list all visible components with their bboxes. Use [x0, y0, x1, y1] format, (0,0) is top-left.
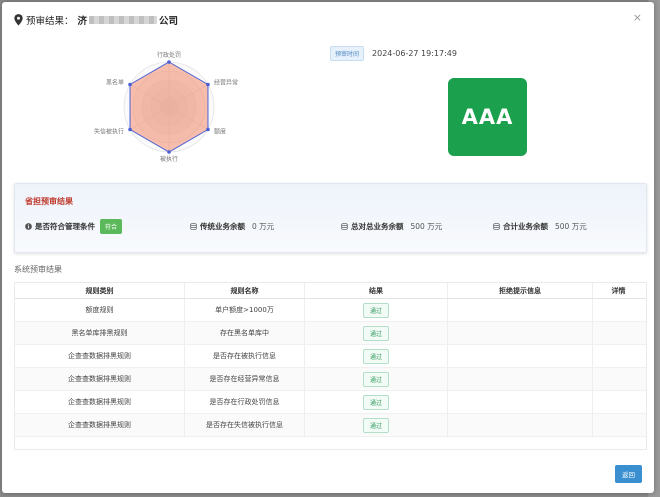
radar-axis-label: 被执行 [160, 155, 178, 163]
table-row: 企查查数据排黑规则 是否存在经营异常信息 通过 [15, 368, 646, 391]
rule-category: 企查查数据排黑规则 [15, 345, 185, 367]
system-review-title: 系统预审结果 [14, 265, 62, 274]
close-icon[interactable]: × [633, 11, 642, 24]
radar-point [128, 82, 132, 87]
reject-info [448, 414, 593, 436]
radar-point [128, 127, 132, 132]
rule-name: 单户额度>1000万 [185, 299, 305, 321]
column-header: 拒绝提示信息 [448, 283, 593, 298]
table-row: 企查查数据排黑规则 是否存在被执行信息 通过 [15, 345, 646, 368]
table-row: 企查查数据排黑规则 是否存在行政处罚信息 通过 [15, 391, 646, 414]
table-row: 额度规则 单户额度>1000万 通过 [15, 299, 646, 322]
database-icon [190, 222, 197, 230]
reject-info [448, 391, 593, 413]
rule-name: 是否存在行政处罚信息 [185, 391, 305, 413]
province-review-card: 省担预审结果 是否符合管理条件 符合 传统业务余额 0 万元 总对总业务余额 5… [14, 183, 647, 253]
table-header: 规则类别 规则名称 结果 拒绝提示信息 详情 [15, 283, 646, 299]
company-name-prefix: 济 [77, 16, 88, 27]
radar-axis-label: 黑名单 [106, 79, 124, 87]
detail-cell [593, 299, 644, 321]
database-icon [341, 222, 348, 230]
rule-category: 企查查数据排黑规则 [15, 391, 185, 413]
rules-table: 规则类别 规则名称 结果 拒绝提示信息 详情 额度规则 单户额度>1000万 通… [14, 282, 647, 450]
dialog-header: 预审结果： 济 公司 [14, 12, 178, 28]
rule-category: 企查查数据排黑规则 [15, 368, 185, 390]
reject-info [448, 345, 593, 367]
pass-badge[interactable]: 通过 [362, 394, 389, 410]
metric-eligibility: 是否符合管理条件 符合 [25, 218, 190, 234]
metric-combined-balance: 合计业务余额 500 万元 [493, 221, 587, 232]
location-pin-icon [14, 14, 23, 26]
detail-cell [593, 391, 644, 413]
reject-info [448, 322, 593, 344]
radar-point [206, 127, 210, 132]
credit-grade-badge: AAA [448, 78, 527, 156]
dialog-title-label: 预审结果： [26, 16, 74, 27]
radar-axis-label: 行政处罚 [157, 51, 181, 59]
company-name-suffix: 公司 [159, 16, 179, 27]
company-name: 济 公司 [77, 13, 179, 27]
radar-axis-label: 经营异常 [214, 79, 238, 87]
pass-badge[interactable]: 通过 [362, 417, 389, 433]
table-row: 黑名单库排黑规则 存在黑名单库中 通过 [15, 322, 646, 345]
column-header: 结果 [305, 283, 448, 298]
eligibility-badge: 符合 [100, 218, 123, 234]
rule-category: 额度规则 [15, 299, 185, 321]
database-icon [493, 222, 500, 230]
radar-point [167, 60, 171, 64]
rule-name: 是否存在经营异常信息 [185, 368, 305, 390]
province-review-title: 省担预审结果 [25, 197, 73, 206]
metric-total-to-total-balance: 总对总业务余额 500 万元 [341, 221, 493, 232]
redacted-text [89, 16, 158, 24]
result-cell: 通过 [305, 391, 448, 413]
back-button[interactable]: 返回 [615, 465, 642, 483]
column-header: 详情 [611, 286, 626, 295]
radar-axis-label: 失信被执行 [94, 128, 124, 136]
radar-point [206, 82, 210, 87]
column-header: 规则名称 [185, 283, 305, 298]
rule-name: 是否存在失信被执行信息 [185, 414, 305, 436]
result-cell: 通过 [305, 345, 448, 367]
review-time-row: 预审时间 2024-06-27 19:17:49 [330, 46, 457, 61]
pass-badge[interactable]: 通过 [362, 325, 389, 341]
result-cell: 通过 [305, 414, 448, 436]
review-time-value: 2024-06-27 19:17:49 [372, 49, 457, 58]
detail-cell [593, 345, 644, 367]
rule-category: 企查查数据排黑规则 [15, 414, 185, 436]
review-time-tag: 预审时间 [330, 46, 365, 61]
result-cell: 通过 [305, 299, 448, 321]
radar-point [167, 150, 171, 154]
province-metrics: 是否符合管理条件 符合 传统业务余额 0 万元 总对总业务余额 500 万元 合… [25, 218, 636, 234]
pass-badge[interactable]: 通过 [362, 302, 389, 318]
metric-label: 是否符合管理条件 [35, 221, 95, 231]
metric-label: 总对总业务余额 [351, 221, 404, 231]
detail-cell [593, 322, 644, 344]
metric-label: 合计业务余额 [503, 221, 548, 231]
metric-value: 0 万元 [252, 221, 275, 231]
metric-value: 500 万元 [555, 221, 587, 231]
pass-badge[interactable]: 通过 [362, 348, 389, 364]
radar-axis-label: 额度 [214, 128, 226, 136]
result-cell: 通过 [305, 368, 448, 390]
metric-value: 500 万元 [410, 221, 443, 231]
detail-cell [593, 414, 644, 436]
column-header: 规则类别 [15, 283, 185, 298]
reject-info [448, 299, 593, 321]
pass-badge[interactable]: 通过 [362, 371, 389, 387]
rule-name: 是否存在被执行信息 [185, 345, 305, 367]
detail-cell [593, 368, 644, 390]
table-row: 企查查数据排黑规则 是否存在失信被执行信息 通过 [15, 414, 646, 437]
rule-category: 黑名单库排黑规则 [15, 322, 185, 344]
rule-name: 存在黑名单库中 [185, 322, 305, 344]
metric-traditional-balance: 传统业务余额 0 万元 [190, 221, 341, 232]
reject-info [448, 368, 593, 390]
metric-label: 传统业务余额 [200, 221, 245, 231]
result-cell: 通过 [305, 322, 448, 344]
pre-review-dialog: 预审结果： 济 公司 × 行政处罚经营异常额度被执行 失信被执行 黑名单 预审时间 … [2, 2, 654, 493]
info-icon [25, 222, 32, 230]
risk-radar-chart: 行政处罚经营异常额度被执行 失信被执行 黑名单 [94, 51, 238, 163]
